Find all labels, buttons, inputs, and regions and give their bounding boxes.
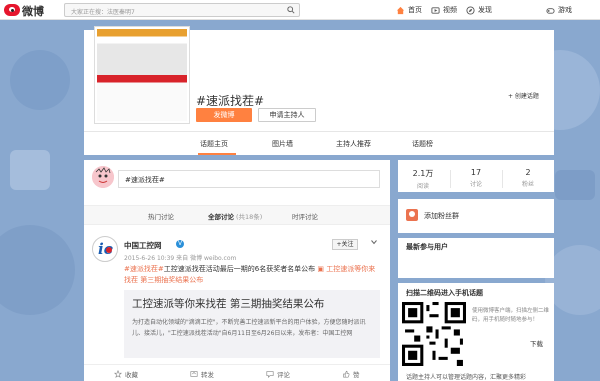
- tab-topic-rank[interactable]: 话题榜: [412, 139, 433, 149]
- favorite-button[interactable]: 收藏: [114, 369, 138, 379]
- nav-video[interactable]: 视频: [431, 4, 457, 16]
- tab-topic-home[interactable]: 话题主页: [200, 139, 228, 149]
- post-body-text: 工控速派找茬活动最后一期的6名获奖者名单公布: [163, 265, 316, 273]
- topic-cover-image[interactable]: [94, 26, 190, 124]
- post-username[interactable]: 中国工控网: [124, 240, 162, 251]
- host-info-text: 话题主持人可以管理话题内容，汇聚更多精彩: [406, 374, 527, 381]
- nav-discover[interactable]: 发现: [466, 4, 492, 16]
- comment-icon: [266, 371, 274, 378]
- download-link[interactable]: 下载: [530, 338, 543, 348]
- article-link-tail[interactable]: 第三期抽奖结果公布: [140, 276, 203, 284]
- subtab-timely[interactable]: 时评讨论: [292, 211, 318, 221]
- article-card-title: 工控速派等你来找茬 第三期抽奖结果公布: [132, 298, 325, 310]
- create-topic-link[interactable]: + 创建话题: [508, 91, 539, 100]
- repost-icon: [190, 371, 198, 377]
- add-fansgroup-link[interactable]: 添加粉丝群: [424, 211, 459, 221]
- topic-tabs: 话题主页 图片墙 主持人推荐 话题榜: [84, 131, 554, 155]
- weibo-eye-icon: [4, 4, 20, 16]
- logo-text: 微博: [22, 5, 44, 18]
- user-avatar[interactable]: [92, 166, 114, 188]
- nav-game[interactable]: 游戏: [546, 4, 572, 16]
- article-card[interactable]: 工控速派等你来找茬 第三期抽奖结果公布 为打造自动化领域的"滴滴工控"，不断完善…: [124, 290, 380, 358]
- video-icon: [431, 6, 440, 14]
- tab-host-recommend[interactable]: 主持人推荐: [336, 139, 371, 149]
- post-user-avatar[interactable]: ie: [92, 236, 118, 262]
- post-actions: 收藏 转发 评论 赞: [84, 364, 390, 381]
- active-tab-indicator: [198, 153, 236, 155]
- subtab-all[interactable]: 全部讨论 (共18条): [208, 211, 262, 221]
- stat-discussions: 17 讨论: [469, 168, 482, 188]
- search-icon[interactable]: [287, 6, 295, 14]
- discussion-subtabs: 热门讨论 全部讨论 (共18条) 时评讨论: [84, 205, 390, 225]
- qr-description: 使用微博客户端，扫描左侧二维码，用手机随时随地参与！: [472, 308, 550, 323]
- qr-title: 扫描二维码进入手机话题: [406, 289, 483, 297]
- chevron-down-icon[interactable]: [371, 239, 377, 245]
- topic-title: #速派找茬#: [196, 94, 265, 108]
- like-icon: [343, 370, 350, 378]
- post-text: #速派找茬#工控速派找茬活动最后一期的6名获奖者名单公布 ▣ 工控速派等你来找茬…: [124, 264, 380, 286]
- qr-code-image: [402, 302, 466, 366]
- top-navigation-bar: 微博 大家正在搜：法医秦明7 首页 视频 发现 游戏: [0, 0, 600, 20]
- repost-button[interactable]: 转发: [190, 369, 214, 379]
- subtab-all-count: (共18条): [236, 213, 263, 221]
- weibo-logo[interactable]: 微博: [4, 3, 50, 18]
- fansgroup-box: [398, 199, 554, 233]
- nav-game-label: 游戏: [558, 6, 572, 14]
- compose-input[interactable]: #速派找茬#: [118, 170, 380, 188]
- home-icon: [396, 6, 405, 14]
- tab-photo-wall[interactable]: 图片墙: [272, 139, 293, 149]
- nav-home-label: 首页: [408, 6, 422, 14]
- ie-logo-dot: [106, 247, 112, 253]
- stat-reads: 2.1万 阅读: [412, 169, 434, 190]
- nav-video-label: 视频: [443, 6, 457, 14]
- post-weibo-button[interactable]: 发微博: [196, 108, 252, 122]
- avatar-face-icon: [92, 166, 114, 188]
- comment-button[interactable]: 评论: [266, 369, 290, 379]
- article-card-desc: 为打造自动化领域的"滴滴工控"，不断完善工控速派新平台的用户体验，方便您随时派讯…: [132, 319, 366, 337]
- nav-home[interactable]: 首页: [396, 4, 422, 16]
- game-icon: [546, 7, 555, 14]
- like-button[interactable]: 赞: [342, 369, 360, 379]
- stat-fans: 2 粉丝: [521, 168, 534, 188]
- star-icon: [114, 370, 122, 378]
- verified-badge-icon: V: [176, 240, 184, 248]
- follow-button[interactable]: +关注: [332, 239, 358, 250]
- post-meta: 2015-6-26 10:39 来自 微博 weibo.com: [124, 255, 237, 262]
- discover-icon: [466, 5, 475, 15]
- subtab-hot[interactable]: 热门讨论: [148, 211, 174, 221]
- recent-users-title: 最新参与用户: [406, 243, 448, 251]
- search-input[interactable]: 大家正在搜：法医秦明7: [64, 3, 300, 17]
- search-placeholder: 大家正在搜：法医秦明7: [71, 9, 135, 16]
- nav-discover-label: 发现: [478, 6, 492, 14]
- compose-text: #速派找茬#: [125, 176, 165, 184]
- apply-host-button[interactable]: 申请主持人: [258, 108, 316, 122]
- topic-link[interactable]: #速派找茬#: [124, 265, 164, 273]
- fansgroup-icon: [406, 209, 418, 221]
